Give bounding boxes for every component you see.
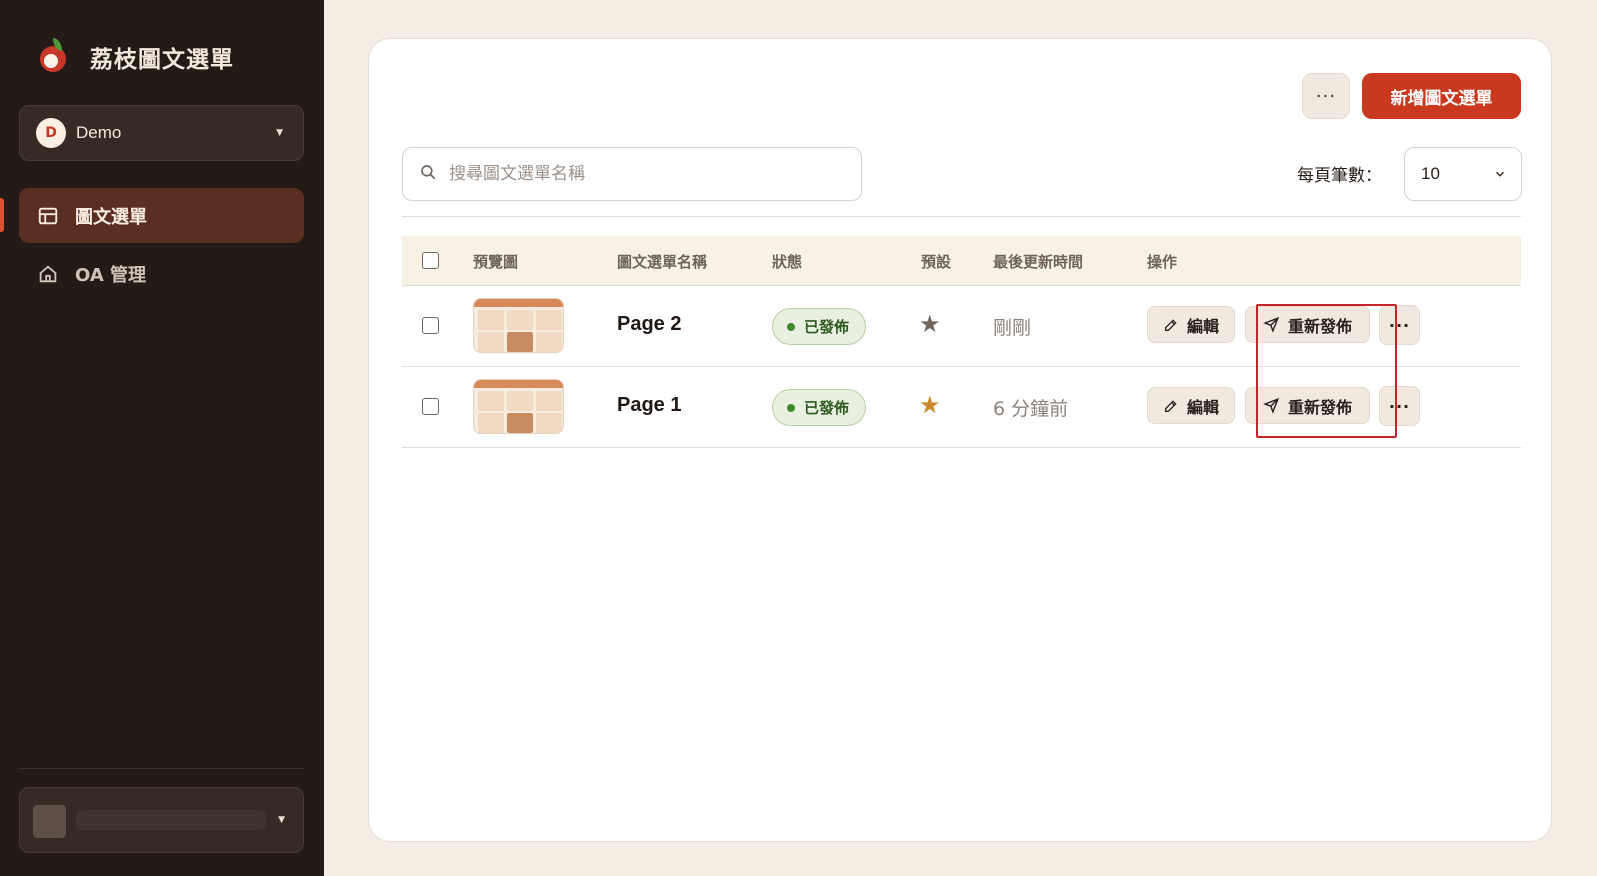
search-box	[402, 147, 862, 201]
per-page-value: 10	[1421, 164, 1440, 183]
col-updated: 最後更新時間	[993, 253, 1084, 271]
brand-title: 荔枝圖文選單	[90, 46, 234, 73]
republish-button[interactable]: 重新發佈	[1245, 306, 1370, 343]
table-row: Page 2 已發佈 ★ 剛剛 編輯 重新發佈 ···	[402, 286, 1521, 367]
per-page-select[interactable]: 10	[1404, 147, 1522, 201]
send-icon	[1263, 397, 1280, 414]
chevron-down-icon	[1493, 166, 1507, 186]
main-card: ··· 新增圖文選單 每頁筆數： 10 預覽圖 圖文選單名稱 狀態 預設 最後更…	[368, 38, 1552, 842]
brand: 荔枝圖文選單	[38, 38, 234, 76]
republish-label: 重新發佈	[1287, 316, 1352, 336]
select-all-checkbox[interactable]	[422, 252, 439, 269]
account-switcher[interactable]: ▼	[19, 787, 304, 853]
default-star-icon[interactable]: ★	[919, 391, 941, 419]
richmenu-name: Page 2	[617, 313, 682, 335]
active-nav-indicator	[0, 198, 4, 232]
lychee-logo-icon	[38, 38, 70, 76]
account-name-redacted	[76, 810, 266, 830]
workspace-avatar: D	[36, 118, 66, 148]
send-icon	[1263, 316, 1280, 333]
richmenu-name: Page 1	[617, 394, 682, 416]
row-more-button[interactable]: ···	[1379, 386, 1420, 426]
updated-time: 剛剛	[993, 317, 1032, 339]
search-input[interactable]	[449, 164, 829, 184]
updated-time: 6 分鐘前	[993, 398, 1069, 420]
edit-button[interactable]: 編輯	[1147, 306, 1235, 343]
col-preview: 預覽圖	[473, 253, 519, 271]
edit-label: 編輯	[1186, 397, 1219, 417]
layout-icon	[37, 205, 59, 227]
table-header: 預覽圖 圖文選單名稱 狀態 預設 最後更新時間 操作	[402, 236, 1521, 286]
toolbar-divider	[402, 216, 1521, 217]
col-actions: 操作	[1147, 253, 1178, 271]
workspace-switcher[interactable]: D Demo ▼	[19, 105, 304, 161]
caret-down-icon: ▼	[278, 815, 285, 825]
sidebar-item-label: OA 管理	[75, 264, 147, 286]
status-dot-icon	[787, 322, 795, 331]
sidebar-divider	[19, 768, 304, 769]
row-checkbox[interactable]	[422, 317, 439, 334]
avatar	[33, 805, 66, 838]
sidebar-item-richmenu[interactable]: 圖文選單	[19, 188, 304, 243]
richmenu-preview-image[interactable]	[473, 379, 564, 434]
sidebar: 荔枝圖文選單 D Demo ▼ 圖文選單 OA 管理 ▼	[0, 0, 324, 876]
more-options-button[interactable]: ···	[1302, 73, 1350, 119]
pencil-icon	[1163, 398, 1179, 414]
search-icon	[419, 163, 437, 185]
status-text: 已發佈	[804, 399, 850, 417]
col-name: 圖文選單名稱	[617, 253, 708, 271]
edit-label: 編輯	[1186, 316, 1219, 336]
table-row: Page 1 已發佈 ★ 6 分鐘前 編輯 重新發佈 ···	[402, 367, 1521, 448]
sidebar-nav: 圖文選單 OA 管理	[19, 188, 304, 304]
edit-button[interactable]: 編輯	[1147, 387, 1235, 424]
pencil-icon	[1163, 317, 1179, 333]
home-icon	[37, 263, 59, 285]
workspace-name: Demo	[76, 123, 122, 142]
add-richmenu-button[interactable]: 新增圖文選單	[1362, 73, 1521, 119]
status-badge: 已發佈	[772, 389, 866, 426]
col-default: 預設	[921, 253, 952, 271]
row-checkbox[interactable]	[422, 398, 439, 415]
republish-button[interactable]: 重新發佈	[1245, 387, 1370, 424]
status-text: 已發佈	[804, 318, 850, 336]
sidebar-item-oa[interactable]: OA 管理	[19, 246, 304, 301]
per-page-label: 每頁筆數：	[1297, 166, 1382, 186]
col-status: 狀態	[772, 253, 803, 271]
status-badge: 已發佈	[772, 308, 866, 345]
status-dot-icon	[787, 403, 795, 412]
default-star-icon[interactable]: ★	[919, 310, 941, 338]
richmenu-preview-image[interactable]	[473, 298, 564, 353]
republish-label: 重新發佈	[1287, 397, 1352, 417]
sidebar-item-label: 圖文選單	[75, 206, 147, 228]
row-more-button[interactable]: ···	[1379, 305, 1420, 345]
caret-down-icon: ▼	[276, 128, 283, 138]
